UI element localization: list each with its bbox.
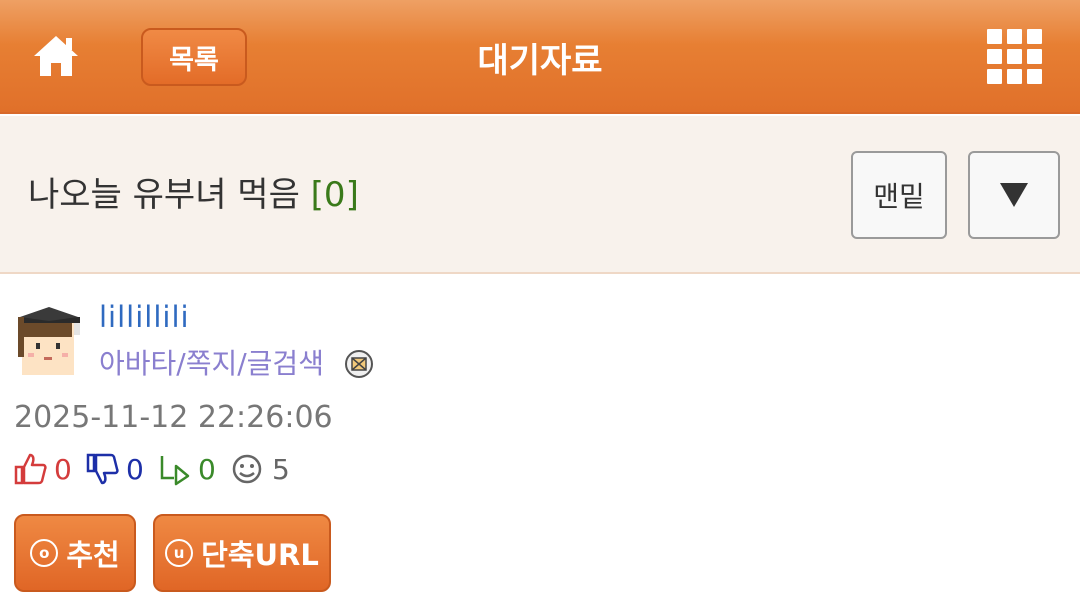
smiley-view-icon: [232, 454, 262, 484]
short-url-circle-icon: u: [165, 539, 194, 567]
view-count: 5: [272, 453, 290, 486]
thumbs-down-icon[interactable]: [86, 452, 120, 486]
mail-button[interactable]: [344, 349, 374, 379]
home-button[interactable]: [30, 30, 82, 82]
expand-down-button[interactable]: [968, 151, 1060, 239]
thumbs-up-icon[interactable]: [14, 452, 48, 486]
recommend-label: 추천: [66, 538, 120, 572]
like-count: 0: [54, 453, 72, 486]
reply-arrow-icon[interactable]: [158, 452, 192, 486]
reply-count: 0: [198, 453, 216, 486]
grid-menu-button[interactable]: [985, 27, 1045, 87]
top-header: 목록 대기자료: [0, 0, 1080, 114]
post-title-text: 나오늘 유부녀 먹음: [28, 175, 300, 215]
dislike-count: 0: [126, 453, 144, 486]
comment-count[interactable]: [0]: [311, 175, 359, 215]
recommend-circle-icon: o: [30, 539, 59, 567]
go-bottom-button[interactable]: 맨밑: [851, 151, 947, 239]
mail-icon: [345, 350, 373, 378]
post-datetime: 2025-11-12 22:26:06: [14, 400, 333, 435]
author-links[interactable]: 아바타/쪽지/글검색: [99, 342, 324, 382]
home-icon: [34, 36, 78, 76]
triangle-down-icon: [1000, 183, 1028, 207]
recommend-button[interactable]: o 추천: [14, 514, 136, 592]
list-button[interactable]: 목록: [141, 28, 247, 86]
short-url-label: 단축URL: [201, 538, 319, 572]
author-avatar[interactable]: [14, 305, 84, 375]
short-url-button[interactable]: u 단축URL: [153, 514, 331, 592]
author-name[interactable]: lillillili: [99, 300, 190, 334]
graduate-avatar-icon: [18, 307, 80, 375]
post-title: 나오늘 유부녀 먹음 [0]: [28, 172, 359, 218]
